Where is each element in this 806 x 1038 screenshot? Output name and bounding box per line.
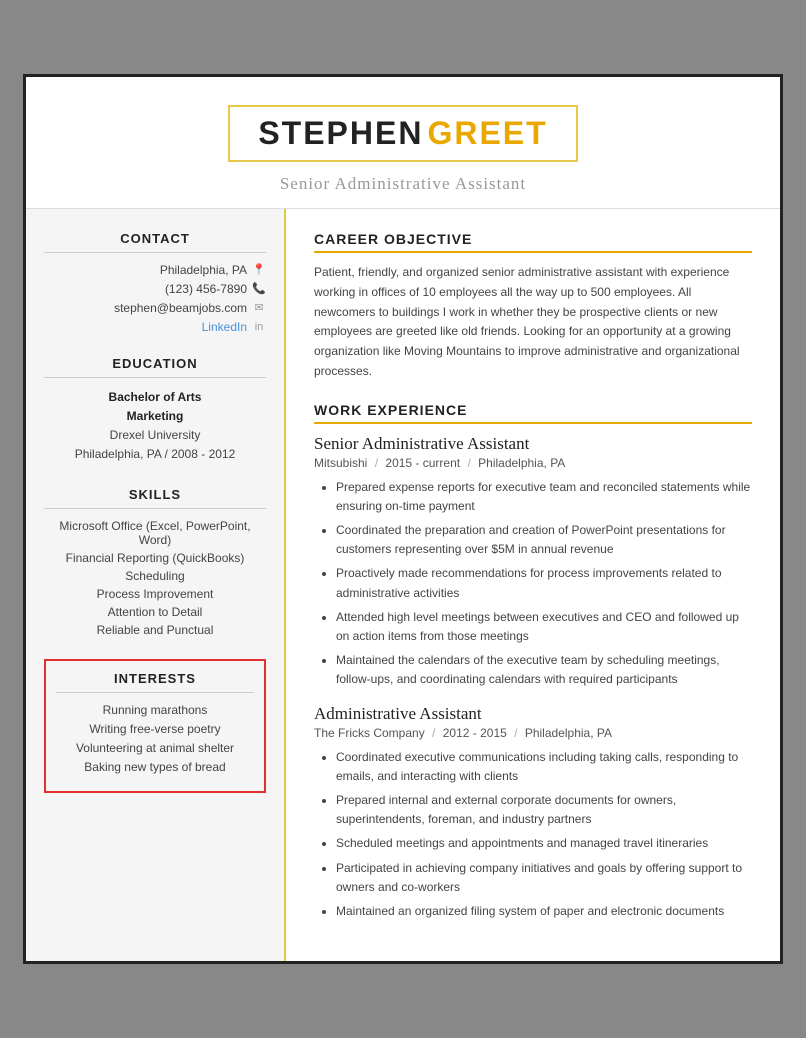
bullet: Coordinated the preparation and creation… [336, 521, 752, 559]
job-2-title: Administrative Assistant [314, 704, 752, 724]
sep-icon: / [432, 726, 435, 740]
education-title: EDUCATION [44, 356, 266, 378]
last-name: GREET [427, 115, 547, 151]
interest-item: Writing free-verse poetry [56, 722, 254, 736]
interest-item: Volunteering at animal shelter [56, 741, 254, 755]
job-2: Administrative Assistant The Fricks Comp… [314, 704, 752, 922]
location-icon: 📍 [252, 263, 266, 276]
skill-item: Scheduling [44, 569, 266, 583]
education-block: Bachelor of Arts Marketing Drexel Univer… [44, 388, 266, 465]
career-text: Patient, friendly, and organized senior … [314, 263, 752, 382]
skill-item: Microsoft Office (Excel, PowerPoint, Wor… [44, 519, 266, 547]
bullet: Prepared internal and external corporate… [336, 791, 752, 829]
job-2-meta: The Fricks Company / 2012 - 2015 / Phila… [314, 726, 752, 740]
contact-section: CONTACT Philadelphia, PA 📍 (123) 456-789… [44, 231, 266, 334]
career-section: CAREER OBJECTIVE Patient, friendly, and … [314, 231, 752, 382]
phone-icon: 📞 [252, 282, 266, 295]
job-1-bullets: Prepared expense reports for executive t… [314, 478, 752, 690]
job-2-location: Philadelphia, PA [525, 726, 612, 740]
main-content: CAREER OBJECTIVE Patient, friendly, and … [286, 209, 780, 961]
job-1-meta: Mitsubishi / 2015 - current / Philadelph… [314, 456, 752, 470]
resume-page: STEPHEN GREET Senior Administrative Assi… [23, 74, 783, 964]
skill-item: Financial Reporting (QuickBooks) [44, 551, 266, 565]
job-title-header: Senior Administrative Assistant [46, 174, 760, 194]
name-box: STEPHEN GREET [228, 105, 577, 162]
interest-item: Baking new types of bread [56, 760, 254, 774]
contact-linkedin[interactable]: LinkedIn in [44, 320, 266, 334]
edu-school: Drexel University [44, 426, 266, 445]
work-section: WORK EXPERIENCE Senior Administrative As… [314, 402, 752, 921]
phone-text: (123) 456-7890 [165, 282, 247, 296]
job-2-company: The Fricks Company [314, 726, 425, 740]
career-title: CAREER OBJECTIVE [314, 231, 752, 253]
interest-item: Running marathons [56, 703, 254, 717]
contact-location: Philadelphia, PA 📍 [44, 263, 266, 277]
interests-list: Running marathons Writing free-verse poe… [56, 703, 254, 774]
sep-icon: / [467, 456, 470, 470]
work-title: WORK EXPERIENCE [314, 402, 752, 424]
job-1-company: Mitsubishi [314, 456, 367, 470]
bullet: Maintained an organized filing system of… [336, 902, 752, 921]
sep-icon: / [375, 456, 378, 470]
interests-box: INTERESTS Running marathons Writing free… [44, 659, 266, 793]
contact-email: stephen@beamjobs.com ✉ [44, 301, 266, 315]
job-2-bullets: Coordinated executive communications inc… [314, 748, 752, 922]
skill-item: Process Improvement [44, 587, 266, 601]
edu-degree: Bachelor of Arts [44, 388, 266, 407]
header: STEPHEN GREET Senior Administrative Assi… [26, 77, 780, 208]
bullet: Coordinated executive communications inc… [336, 748, 752, 786]
email-text: stephen@beamjobs.com [114, 301, 247, 315]
bullet: Attended high level meetings between exe… [336, 608, 752, 646]
linkedin-link[interactable]: LinkedIn [202, 320, 247, 334]
sep-icon: / [514, 726, 517, 740]
skills-title: SKILLS [44, 487, 266, 509]
job-1-location: Philadelphia, PA [478, 456, 565, 470]
skills-list: Microsoft Office (Excel, PowerPoint, Wor… [44, 519, 266, 637]
bullet: Scheduled meetings and appointments and … [336, 834, 752, 853]
body-layout: CONTACT Philadelphia, PA 📍 (123) 456-789… [26, 208, 780, 961]
skill-item: Attention to Detail [44, 605, 266, 619]
skill-item: Reliable and Punctual [44, 623, 266, 637]
location-text: Philadelphia, PA [160, 263, 247, 277]
job-1-period: 2015 - current [385, 456, 460, 470]
education-section: EDUCATION Bachelor of Arts Marketing Dre… [44, 356, 266, 465]
edu-field: Marketing [44, 407, 266, 426]
first-name: STEPHEN [258, 115, 423, 151]
skills-section: SKILLS Microsoft Office (Excel, PowerPoi… [44, 487, 266, 637]
linkedin-icon: in [252, 321, 266, 333]
contact-phone: (123) 456-7890 📞 [44, 282, 266, 296]
job-1: Senior Administrative Assistant Mitsubis… [314, 434, 752, 690]
job-2-period: 2012 - 2015 [443, 726, 507, 740]
interests-title: INTERESTS [56, 671, 254, 693]
interests-section: INTERESTS Running marathons Writing free… [44, 659, 266, 793]
bullet: Participated in achieving company initia… [336, 859, 752, 897]
job-1-title: Senior Administrative Assistant [314, 434, 752, 454]
email-icon: ✉ [252, 301, 266, 314]
edu-location-year: Philadelphia, PA / 2008 - 2012 [44, 445, 266, 464]
contact-title: CONTACT [44, 231, 266, 253]
sidebar: CONTACT Philadelphia, PA 📍 (123) 456-789… [26, 209, 286, 961]
bullet: Proactively made recommendations for pro… [336, 564, 752, 602]
bullet: Maintained the calendars of the executiv… [336, 651, 752, 689]
bullet: Prepared expense reports for executive t… [336, 478, 752, 516]
